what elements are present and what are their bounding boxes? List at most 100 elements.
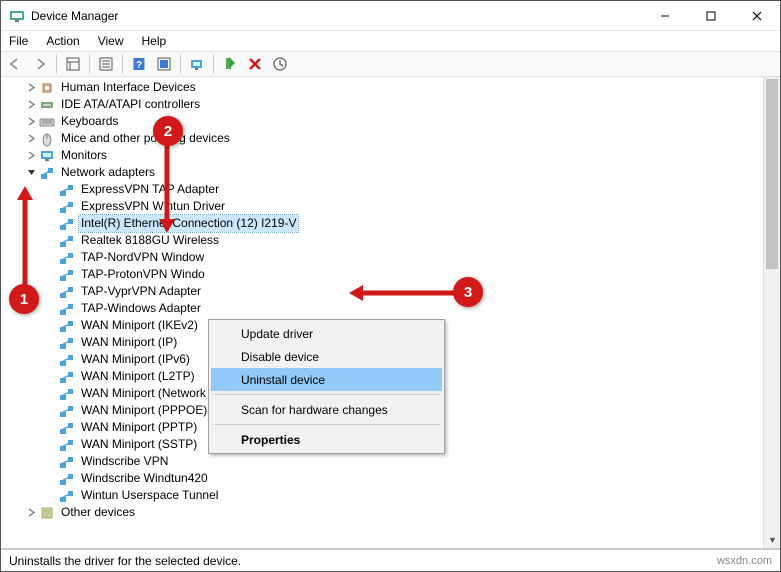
chevron-right-icon[interactable]	[23, 134, 39, 143]
category-icon	[39, 80, 55, 96]
chevron-right-icon[interactable]	[23, 151, 39, 160]
category-label: Keyboards	[59, 113, 120, 130]
maximize-button[interactable]	[688, 1, 734, 30]
device-label: TAP-ProtonVPN Windo	[79, 266, 207, 283]
context-menu-item[interactable]: Uninstall device	[211, 368, 442, 391]
device-row[interactable]: ExpressVPN TAP Adapter	[5, 181, 763, 198]
menu-help[interactable]: Help	[140, 33, 169, 49]
status-text: Uninstalls the driver for the selected d…	[9, 554, 717, 568]
network-adapter-icon	[59, 267, 75, 283]
device-row[interactable]: Wintun Userspace Tunnel	[5, 487, 763, 504]
device-label: WAN Miniport (IKEv2)	[79, 317, 200, 334]
context-menu-separator	[213, 394, 440, 395]
chevron-right-icon[interactable]	[23, 83, 39, 92]
watermark: wsxdn.com	[717, 555, 772, 567]
device-label: WAN Miniport (PPPOE)	[79, 402, 209, 419]
device-label: ExpressVPN Wintun Driver	[79, 198, 227, 215]
device-label: WAN Miniport (L2TP)	[79, 368, 197, 385]
device-row[interactable]: TAP-NordVPN Window	[5, 249, 763, 266]
enable-button[interactable]	[218, 53, 242, 75]
menu-view[interactable]: View	[96, 33, 126, 49]
toolbar: ?	[1, 51, 780, 77]
category-icon	[39, 97, 55, 113]
close-button[interactable]	[734, 1, 780, 30]
menubar: File Action View Help	[1, 31, 780, 51]
context-menu-separator	[213, 424, 440, 425]
category-row[interactable]: Human Interface Devices	[5, 79, 763, 96]
network-adapter-icon	[59, 182, 75, 198]
device-row[interactable]: ExpressVPN Wintun Driver	[5, 198, 763, 215]
menu-file[interactable]: File	[7, 33, 30, 49]
category-label: Other devices	[59, 504, 137, 521]
chevron-right-icon[interactable]	[23, 117, 39, 126]
show-hide-button[interactable]	[61, 53, 85, 75]
category-label: Human Interface Devices	[59, 79, 198, 96]
category-row[interactable]: ? Other devices	[5, 504, 763, 521]
category-row[interactable]: Network adapters	[5, 164, 763, 181]
forward-button[interactable]	[28, 53, 52, 75]
uninstall-button[interactable]	[243, 53, 267, 75]
context-menu-item[interactable]: Disable device	[211, 345, 442, 368]
arrow-3	[349, 285, 455, 301]
category-icon	[39, 165, 55, 181]
app-icon	[9, 8, 25, 24]
minimize-button[interactable]	[642, 1, 688, 30]
svg-text:?: ?	[44, 509, 50, 520]
toolbar-separator	[122, 54, 123, 74]
scroll-thumb[interactable]	[766, 79, 778, 269]
device-row[interactable]: Windscribe Windtun420	[5, 470, 763, 487]
device-label: WAN Miniport (PPTP)	[79, 419, 199, 436]
properties-button[interactable]	[94, 53, 118, 75]
context-menu-item[interactable]: Update driver	[211, 322, 442, 345]
category-label: Network adapters	[59, 164, 157, 181]
context-menu: Update driverDisable deviceUninstall dev…	[208, 319, 445, 454]
context-menu-item[interactable]: Scan for hardware changes	[211, 398, 442, 421]
network-adapter-icon	[59, 318, 75, 334]
device-label: TAP-Windows Adapter	[79, 300, 203, 317]
category-row[interactable]: Mice and other pointing devices	[5, 130, 763, 147]
chevron-down-icon[interactable]	[23, 168, 39, 177]
callout-3: 3	[453, 277, 483, 307]
device-label: WAN Miniport (SSTP)	[79, 436, 199, 453]
network-adapter-icon	[59, 420, 75, 436]
help-button[interactable]: ?	[127, 53, 151, 75]
toolbar-separator	[56, 54, 57, 74]
context-menu-item[interactable]: Properties	[211, 428, 442, 451]
category-row[interactable]: Keyboards	[5, 113, 763, 130]
device-row[interactable]: Intel(R) Ethernet Connection (12) I219-V	[5, 215, 763, 232]
category-row[interactable]: IDE ATA/ATAPI controllers	[5, 96, 763, 113]
network-adapter-icon	[59, 233, 75, 249]
window-title: Device Manager	[31, 9, 642, 23]
category-label: IDE ATA/ATAPI controllers	[59, 96, 202, 113]
device-row[interactable]: Windscribe VPN	[5, 453, 763, 470]
device-label: WAN Miniport (IPv6)	[79, 351, 192, 368]
network-adapter-icon	[59, 284, 75, 300]
chevron-right-icon[interactable]	[23, 508, 39, 517]
vertical-scrollbar[interactable]: ▲ ▼	[763, 77, 780, 548]
device-manager-window: Device Manager File Action View Help ? H…	[0, 0, 781, 572]
device-row[interactable]: TAP-Windows Adapter	[5, 300, 763, 317]
device-label: TAP-VyprVPN Adapter	[79, 283, 203, 300]
network-adapter-icon	[59, 454, 75, 470]
toolbar-separator	[213, 54, 214, 74]
device-tree[interactable]: Human Interface DevicesIDE ATA/ATAPI con…	[1, 77, 763, 548]
arrow-1	[17, 186, 33, 286]
network-adapter-icon	[59, 471, 75, 487]
scan-hardware-button[interactable]	[185, 53, 209, 75]
chevron-right-icon[interactable]	[23, 100, 39, 109]
menu-action[interactable]: Action	[44, 33, 81, 49]
statusbar: Uninstalls the driver for the selected d…	[1, 549, 780, 571]
update-driver-button[interactable]	[268, 53, 292, 75]
device-label: Intel(R) Ethernet Connection (12) I219-V	[79, 215, 298, 232]
svg-text:?: ?	[136, 60, 142, 71]
network-adapter-icon	[59, 488, 75, 504]
content-area: Human Interface DevicesIDE ATA/ATAPI con…	[1, 77, 780, 549]
action-button[interactable]	[152, 53, 176, 75]
network-adapter-icon	[59, 335, 75, 351]
back-button[interactable]	[3, 53, 27, 75]
category-row[interactable]: Monitors	[5, 147, 763, 164]
device-row[interactable]: Realtek 8188GU Wireless	[5, 232, 763, 249]
toolbar-separator	[180, 54, 181, 74]
device-row[interactable]: TAP-ProtonVPN Windo	[5, 266, 763, 283]
scroll-down-arrow[interactable]: ▼	[764, 531, 781, 548]
